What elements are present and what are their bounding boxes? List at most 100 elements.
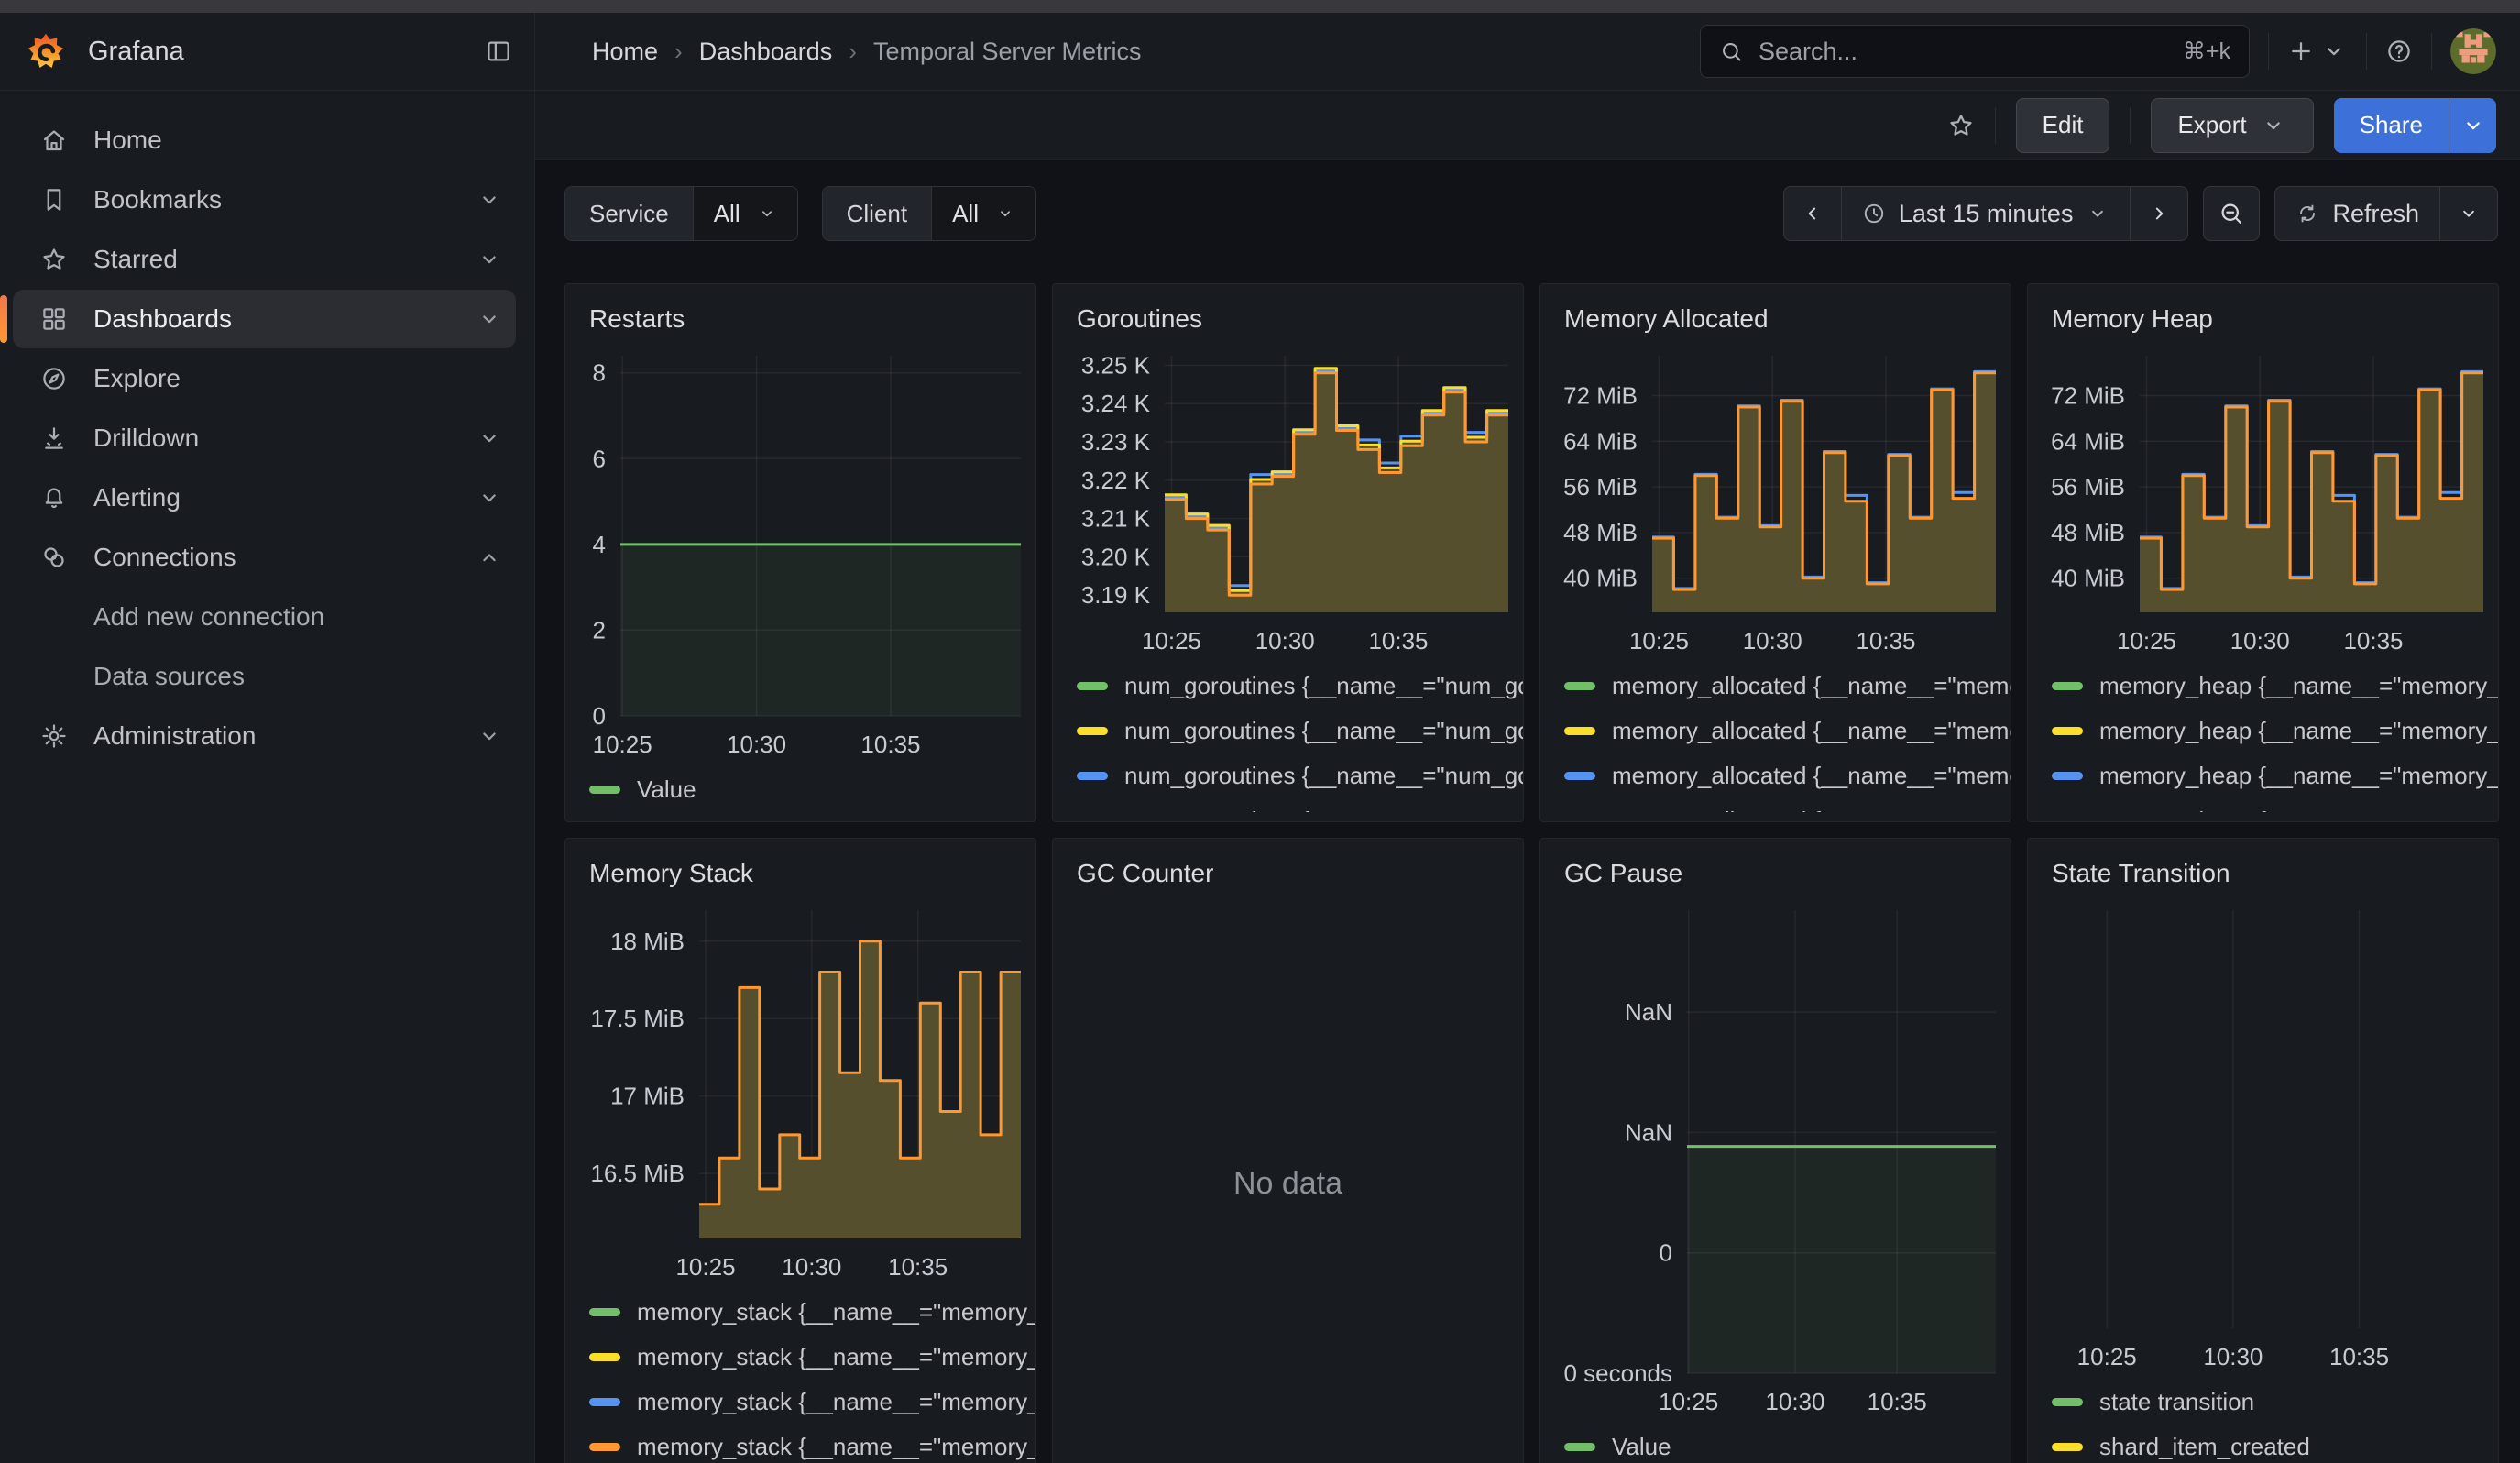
avatar[interactable] — [2450, 28, 2496, 74]
chevron-down-icon[interactable] — [476, 722, 503, 750]
panel-title[interactable]: GC Counter — [1053, 853, 1523, 897]
chevron-down-icon[interactable] — [476, 484, 503, 512]
svg-text:10:30: 10:30 — [2203, 1343, 2263, 1370]
legend-item[interactable]: memory_allocated {__name__="memo — [1564, 798, 2011, 812]
legend-item[interactable]: memory_heap {__name__="memory_h — [2052, 664, 2498, 709]
sidebar-item-bookmarks[interactable]: Bookmarks — [13, 170, 516, 229]
panel-legend: memory_allocated {__name__="memomemory_a… — [1540, 660, 2011, 812]
refresh-interval-button[interactable] — [2439, 187, 2497, 240]
chart-canvas[interactable]: NaNNaN00 seconds10:2510:3010:35 — [1540, 897, 2003, 1421]
sidebar-item-dashboards[interactable]: Dashboards — [13, 290, 516, 348]
chart-canvas[interactable]: 8642010:2510:3010:35 — [565, 343, 1028, 764]
search-input[interactable]: Search... ⌘+k — [1700, 25, 2250, 78]
sidebar-item-label: Connections — [93, 543, 476, 572]
chart-canvas[interactable]: 72 MiB64 MiB56 MiB48 MiB40 MiB10:2510:30… — [1540, 343, 2003, 660]
help-icon[interactable] — [2385, 38, 2413, 65]
chart-plot[interactable]: 18 MiB17.5 MiB17 MiB16.5 MiB10:2510:3010… — [565, 897, 1028, 1286]
edit-button[interactable]: Edit — [2016, 98, 2110, 153]
sidebar-item-administration[interactable]: Administration — [13, 707, 516, 765]
chevron-down-icon — [2086, 202, 2109, 226]
sidebar-item-data-sources[interactable]: Data sources — [13, 647, 516, 706]
legend-item[interactable]: memory_stack {__name__="memory_s — [589, 1290, 1035, 1335]
panel-title[interactable]: Goroutines — [1053, 299, 1523, 343]
legend-item[interactable]: Value — [589, 767, 1035, 812]
panel-title[interactable]: Memory Allocated — [1540, 299, 2011, 343]
chevron-down-icon[interactable] — [476, 246, 503, 273]
sidebar-item-explore[interactable]: Explore — [13, 349, 516, 408]
legend-item[interactable]: memory_stack {__name__="memory_s — [589, 1335, 1035, 1380]
panel-title[interactable]: GC Pause — [1540, 853, 2011, 897]
chart-plot[interactable]: 3.25 K3.24 K3.23 K3.22 K3.21 K3.20 K3.19… — [1053, 343, 1516, 660]
breadcrumb-item[interactable]: Home — [592, 38, 658, 66]
filter-service-value[interactable]: All — [694, 187, 797, 240]
time-forward-button[interactable] — [2130, 187, 2187, 240]
svg-text:3.23 K: 3.23 K — [1081, 428, 1151, 456]
legend-item[interactable]: memory_allocated {__name__="memo — [1564, 664, 2011, 709]
add-new-button[interactable] — [2287, 38, 2348, 65]
legend-item[interactable]: memory_allocated {__name__="memo — [1564, 754, 2011, 798]
legend-dash-icon — [2052, 772, 2083, 780]
export-button[interactable]: Export — [2151, 98, 2313, 153]
legend-item[interactable]: num_goroutines {__name__="num_go — [1077, 798, 1523, 812]
legend-item[interactable]: memory_stack {__name__="memory_s — [589, 1424, 1035, 1463]
breadcrumb: Home›Dashboards›Temporal Server Metrics — [592, 38, 1142, 66]
share-button[interactable]: Share — [2334, 98, 2496, 153]
favorite-star-icon[interactable] — [1947, 112, 1975, 139]
grafana-app: Grafana Home›Dashboards›Temporal Server … — [0, 0, 2520, 1463]
breadcrumb-item[interactable]: Dashboards — [699, 38, 833, 66]
chart-plot[interactable]: 10:2510:3010:35 — [2028, 897, 2491, 1376]
legend-dash-icon — [2052, 682, 2083, 690]
sidebar-item-add-new-connection[interactable]: Add new connection — [13, 588, 516, 646]
sidebar-item-drilldown[interactable]: Drilldown — [13, 409, 516, 468]
chevron-down-icon[interactable] — [476, 424, 503, 452]
panel-title[interactable]: State Transition — [2028, 853, 2498, 897]
panel-title[interactable]: Restarts — [565, 299, 1035, 343]
chart-plot[interactable]: 8642010:2510:3010:35 — [565, 343, 1028, 764]
chart-canvas[interactable]: 10:2510:3010:35 — [2028, 897, 2491, 1376]
legend-item[interactable]: memory_heap {__name__="memory_h — [2052, 798, 2498, 812]
chevron-down-icon[interactable] — [476, 186, 503, 214]
zoom-out-button[interactable] — [2203, 186, 2260, 241]
sidebar-item-connections[interactable]: Connections — [13, 528, 516, 587]
legend-item[interactable]: num_goroutines {__name__="num_go — [1077, 664, 1523, 709]
svg-text:10:25: 10:25 — [2117, 627, 2176, 654]
legend-item[interactable]: num_goroutines {__name__="num_go — [1077, 709, 1523, 754]
svg-text:48 MiB: 48 MiB — [2051, 519, 2125, 546]
sidebar-toggle-icon[interactable] — [485, 38, 512, 65]
divider — [2130, 107, 2131, 144]
filter-client-value[interactable]: All — [932, 187, 1035, 240]
legend-label: memory_stack {__name__="memory_s — [637, 1343, 1035, 1371]
search-shortcut: ⌘+k — [2183, 38, 2230, 65]
refresh-button[interactable]: Refresh — [2275, 187, 2439, 240]
sidebar-item-starred[interactable]: Starred — [13, 230, 516, 289]
panel-legend: Value — [565, 764, 1035, 812]
sidebar-item-alerting[interactable]: Alerting — [13, 468, 516, 527]
chart-plot[interactable]: 72 MiB64 MiB56 MiB48 MiB40 MiB10:2510:30… — [2028, 343, 2491, 660]
legend-item[interactable]: Value — [1564, 1424, 2011, 1463]
share-dropdown-button[interactable] — [2449, 98, 2496, 153]
legend-item[interactable]: shard_item_created — [2052, 1424, 2498, 1463]
chart-plot[interactable]: 72 MiB64 MiB56 MiB48 MiB40 MiB10:2510:30… — [1540, 343, 2003, 660]
chart-canvas[interactable]: 3.25 K3.24 K3.23 K3.22 K3.21 K3.20 K3.19… — [1053, 343, 1516, 660]
panel-title[interactable]: Memory Stack — [565, 853, 1035, 897]
legend-item[interactable]: memory_allocated {__name__="memo — [1564, 709, 2011, 754]
chart-plot[interactable]: NaNNaN00 seconds10:2510:3010:35 — [1540, 897, 2003, 1421]
sidebar-item-home[interactable]: Home — [13, 111, 516, 170]
time-range-button[interactable]: Last 15 minutes — [1841, 187, 2131, 240]
chevron-down-icon[interactable] — [476, 305, 503, 333]
time-back-button[interactable] — [1784, 187, 1841, 240]
svg-text:72 MiB: 72 MiB — [1563, 382, 1638, 410]
legend-item[interactable]: num_goroutines {__name__="num_go — [1077, 754, 1523, 798]
legend-item[interactable]: state transition — [2052, 1380, 2498, 1424]
chart-canvas[interactable]: 18 MiB17.5 MiB17 MiB16.5 MiB10:2510:3010… — [565, 897, 1028, 1286]
legend-label: memory_stack {__name__="memory_s — [637, 1433, 1035, 1461]
svg-text:3.20 K: 3.20 K — [1081, 543, 1151, 570]
legend-item[interactable]: memory_heap {__name__="memory_h — [2052, 709, 2498, 754]
legend-item[interactable]: memory_heap {__name__="memory_h — [2052, 754, 2498, 798]
chart-canvas[interactable]: 72 MiB64 MiB56 MiB48 MiB40 MiB10:2510:30… — [2028, 343, 2491, 660]
panel-title[interactable]: Memory Heap — [2028, 299, 2498, 343]
chevron-up-icon[interactable] — [476, 544, 503, 571]
divider — [2366, 33, 2367, 70]
panel-legend: num_goroutines {__name__="num_gonum_goro… — [1053, 660, 1523, 812]
legend-item[interactable]: memory_stack {__name__="memory_s — [589, 1380, 1035, 1424]
